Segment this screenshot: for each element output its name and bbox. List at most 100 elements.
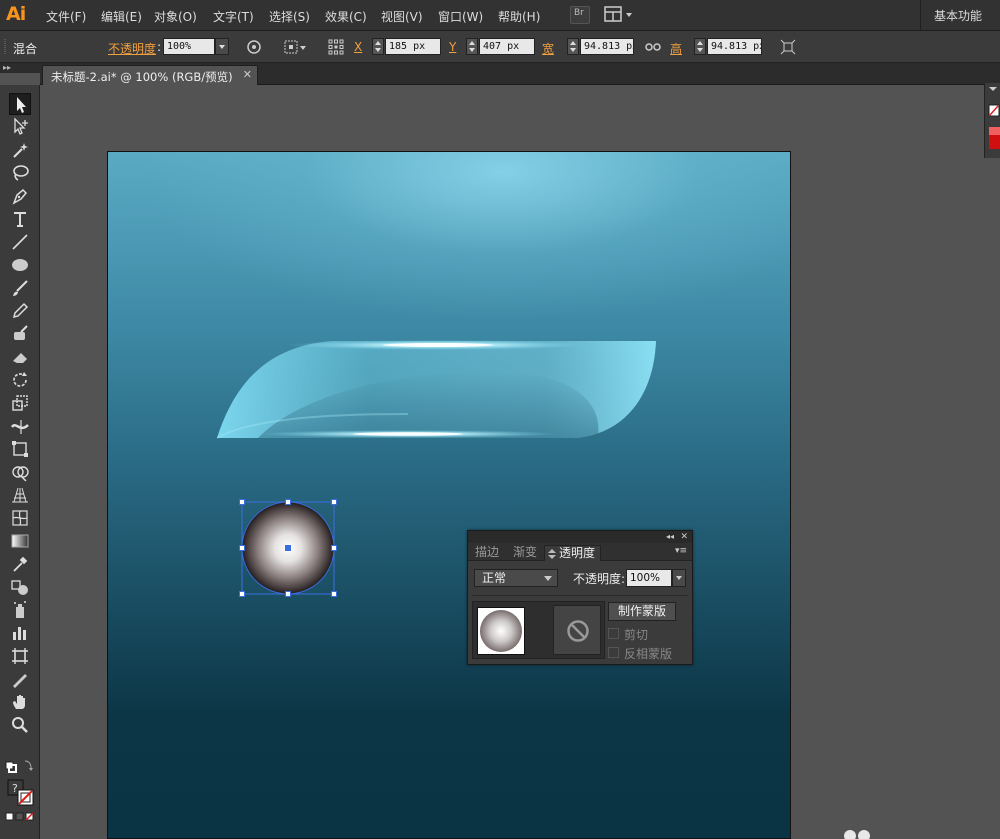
y-input[interactable]: 407 px xyxy=(479,38,535,55)
eraser-tool-icon[interactable] xyxy=(9,346,31,368)
menu-bar: Ai 文件(F) 编辑(E) 对象(O) 文字(T) 选择(S) 效果(C) 视… xyxy=(0,0,1000,31)
no-mask-icon xyxy=(567,620,589,642)
x-input[interactable]: 185 px xyxy=(385,38,441,55)
svg-text:?: ? xyxy=(12,782,18,795)
collapse-icon[interactable]: ◂◂ xyxy=(666,531,674,543)
artwork-canvas xyxy=(216,340,656,597)
recolor-artwork-icon[interactable] xyxy=(246,39,262,55)
tools-collapse-toggle[interactable]: ▸▸ xyxy=(0,63,40,73)
sphere-thumbnail xyxy=(480,610,522,652)
panel-title-bar[interactable]: ◂◂ ✕ xyxy=(468,531,692,543)
scale-tool-icon[interactable] xyxy=(9,392,31,414)
document-tab-title: 未标题-2.ai* @ 100% (RGB/预览) xyxy=(51,70,233,84)
line-tool-icon[interactable] xyxy=(9,231,31,253)
type-tool-icon[interactable] xyxy=(9,208,31,230)
mesh-tool-icon[interactable] xyxy=(9,507,31,529)
document-tab[interactable]: 未标题-2.ai* @ 100% (RGB/预览) ✕ xyxy=(42,65,258,85)
fill-stroke-swatch[interactable]: ? xyxy=(7,779,35,807)
opacity-input[interactable]: 100% xyxy=(626,569,672,587)
transform-icon[interactable] xyxy=(780,39,796,55)
tab-stroke[interactable]: 描边 xyxy=(470,545,504,561)
shape-builder-tool-icon[interactable] xyxy=(9,461,31,483)
mask-thumbnail[interactable] xyxy=(553,605,601,655)
control-bar: 混合 不透明度 : 100% X 185 px Y 407 px 宽 94.81… xyxy=(0,31,1000,63)
opacity-dropdown[interactable] xyxy=(215,38,229,55)
watermark-icon xyxy=(842,828,872,839)
menu-window[interactable]: 窗口(W) xyxy=(438,8,483,25)
tab-gradient[interactable]: 渐变 xyxy=(508,545,542,561)
constrain-proportions-icon[interactable] xyxy=(645,39,661,55)
opacity-link[interactable]: 不透明度 xyxy=(108,40,156,57)
menu-view[interactable]: 视图(V) xyxy=(381,8,423,25)
y-spinner[interactable] xyxy=(466,38,478,55)
color-panel-icon xyxy=(988,87,1000,149)
paintbrush-tool-icon[interactable] xyxy=(9,277,31,299)
hand-tool-icon[interactable] xyxy=(9,691,31,713)
object-thumbnail[interactable] xyxy=(477,607,525,655)
eyedropper-tool-icon[interactable] xyxy=(9,553,31,575)
opacity-input[interactable]: 100% xyxy=(163,38,215,55)
pen-tool-icon[interactable] xyxy=(9,185,31,207)
transparency-panel: ◂◂ ✕ 描边 渐变 透明度 ▾≡ 正常 不透明度: 100% 制作蒙版 剪切 … xyxy=(467,530,693,665)
free-transform-tool-icon[interactable] xyxy=(9,438,31,460)
blob-brush-tool-icon[interactable] xyxy=(9,323,31,345)
workspace-switcher[interactable]: 基本功能 xyxy=(934,7,982,24)
menu-select[interactable]: 选择(S) xyxy=(269,8,310,25)
width-tool-icon[interactable] xyxy=(9,415,31,437)
close-icon[interactable]: ✕ xyxy=(243,68,252,81)
reference-point-icon[interactable] xyxy=(328,39,344,55)
tab-transparency[interactable]: 透明度 xyxy=(544,545,602,561)
selected-sphere[interactable] xyxy=(239,499,337,597)
blend-tool-icon[interactable] xyxy=(9,576,31,598)
invert-mask-checkbox[interactable] xyxy=(608,647,619,658)
ellipse-tool-icon[interactable] xyxy=(9,254,31,276)
selection-tool-icon[interactable] xyxy=(9,93,31,115)
zoom-tool-icon[interactable] xyxy=(9,714,31,736)
panel-tab-bar: 描边 渐变 透明度 ▾≡ xyxy=(468,543,692,561)
menu-help[interactable]: 帮助(H) xyxy=(498,8,540,25)
slice-tool-icon[interactable] xyxy=(9,668,31,690)
width-label[interactable]: 宽 xyxy=(542,40,554,57)
clip-checkbox[interactable] xyxy=(608,628,619,639)
artboard[interactable] xyxy=(107,151,791,839)
gradient-tool-icon[interactable] xyxy=(9,530,31,552)
height-spinner[interactable] xyxy=(694,38,706,55)
width-input[interactable]: 94.813 px xyxy=(580,38,634,55)
menu-edit[interactable]: 编辑(E) xyxy=(101,8,142,25)
bridge-label: Br xyxy=(574,8,584,18)
clip-label: 剪切 xyxy=(624,628,649,642)
artboard-tool-icon[interactable] xyxy=(9,645,31,667)
y-label[interactable]: Y xyxy=(449,40,456,54)
tools-panel: ? xyxy=(0,85,40,839)
height-label[interactable]: 高 xyxy=(670,40,682,57)
rotate-tool-icon[interactable] xyxy=(9,369,31,391)
x-spinner[interactable] xyxy=(372,38,384,55)
app-logo: Ai xyxy=(6,3,26,25)
direct-selection-tool-icon[interactable] xyxy=(9,116,31,138)
panel-menu-icon[interactable]: ▾≡ xyxy=(675,546,687,556)
lasso-tool-icon[interactable] xyxy=(9,162,31,184)
x-label[interactable]: X xyxy=(354,40,362,54)
make-mask-button[interactable]: 制作蒙版 xyxy=(608,602,676,621)
menu-type[interactable]: 文字(T) xyxy=(213,8,254,25)
menu-separator xyxy=(920,0,921,31)
height-input[interactable]: 94.813 px xyxy=(707,38,762,55)
bridge-button[interactable]: Br xyxy=(570,6,590,24)
column-graph-tool-icon[interactable] xyxy=(9,622,31,644)
blend-mode-select[interactable]: 正常 xyxy=(474,569,558,587)
align-icon[interactable] xyxy=(284,39,308,55)
color-mode-buttons[interactable] xyxy=(5,811,35,823)
width-spinner[interactable] xyxy=(567,38,579,55)
perspective-grid-tool-icon[interactable] xyxy=(9,484,31,506)
arrange-documents-button[interactable] xyxy=(604,6,636,24)
opacity-dropdown[interactable] xyxy=(672,569,686,587)
right-panel-dock[interactable] xyxy=(984,83,1000,158)
pencil-tool-icon[interactable] xyxy=(9,300,31,322)
menu-object[interactable]: 对象(O) xyxy=(154,8,197,25)
symbol-sprayer-tool-icon[interactable] xyxy=(9,599,31,621)
menu-file[interactable]: 文件(F) xyxy=(46,8,86,25)
menu-effect[interactable]: 效果(C) xyxy=(325,8,367,25)
magic-wand-tool-icon[interactable] xyxy=(9,139,31,161)
close-icon[interactable]: ✕ xyxy=(680,531,688,543)
default-colors-icon[interactable] xyxy=(5,759,35,775)
